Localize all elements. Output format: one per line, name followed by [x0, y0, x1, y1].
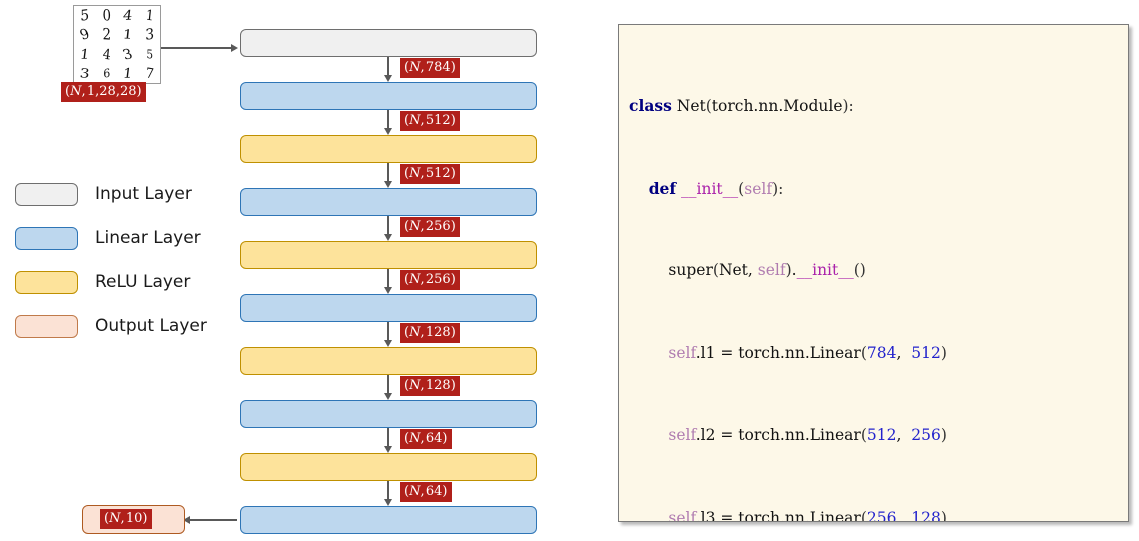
layer-relu-8[interactable] [240, 453, 537, 481]
arrow-to-output [183, 516, 237, 524]
shape-badge-0: (N, 784) [400, 58, 460, 78]
shape-badge-4: (N, 256) [400, 270, 460, 290]
layer-linear-7[interactable] [240, 400, 537, 428]
arrow-sample-to-input [161, 44, 238, 52]
legend-item-relu: ReLU Layer [15, 260, 207, 304]
code-line: self.l1 = torch.nn.Linear(784, 512) [668, 343, 947, 362]
shape-badge-1: (N, 512) [400, 111, 460, 131]
layer-linear-1[interactable] [240, 82, 537, 110]
mnist-digit: 3 [79, 66, 91, 81]
code-source-listing: class Net(torch.nn.Module): def __init__… [619, 25, 1128, 522]
code-line: super(Net, self).__init__() [668, 261, 866, 279]
legend-label-input: Input Layer [95, 184, 192, 204]
mnist-digit: 6 [102, 66, 110, 81]
layer-linear-9[interactable] [240, 506, 537, 534]
layer-input-0[interactable] [240, 29, 537, 57]
arrow-4-5 [384, 269, 392, 294]
mnist-digit: 7 [144, 64, 155, 82]
mnist-digit: 1 [79, 46, 91, 63]
legend-label-linear: Linear Layer [95, 228, 201, 248]
legend-swatch-input-icon [15, 182, 78, 206]
arrow-1-2 [384, 110, 392, 135]
arrow-7-8 [384, 428, 392, 453]
output-shape-badge: (N, 10) [100, 509, 152, 529]
mnist-digit-rows: 5 0 4 1 9 2 1 3 1 4 3 5 3 6 1 7 [74, 6, 160, 83]
layer-relu-4[interactable] [240, 241, 537, 269]
shape-badge-8: (N, 64) [400, 482, 452, 502]
code-line: self.l3 = torch.nn.Linear(256, 128) [668, 508, 947, 522]
legend-swatch-relu-icon [15, 270, 78, 294]
code-block-panel[interactable]: class Net(torch.nn.Module): def __init__… [618, 24, 1129, 522]
arrow-5-6 [384, 322, 392, 347]
arrow-3-4 [384, 216, 392, 241]
mnist-digit-grid: 5 0 4 1 9 2 1 3 1 4 3 5 3 6 1 7 [73, 5, 161, 84]
legend-item-input: Input Layer [15, 172, 207, 216]
shape-badge-2: (N, 512) [400, 164, 460, 184]
layer-linear-5[interactable] [240, 294, 537, 322]
code-line: self.l2 = torch.nn.Linear(512, 256) [668, 426, 947, 444]
mnist-digit: 1 [122, 27, 134, 43]
mnist-digit: 3 [120, 45, 135, 63]
arrow-0-1 [384, 57, 392, 82]
arrow-2-3 [384, 163, 392, 188]
shape-badge-6: (N, 128) [400, 376, 460, 396]
legend-item-output: Output Layer [15, 304, 207, 348]
legend-item-linear: Linear Layer [15, 216, 207, 260]
layer-linear-3[interactable] [240, 188, 537, 216]
mnist-digit: 1 [122, 65, 134, 82]
shape-badge-7: (N, 64) [400, 429, 452, 449]
legend-swatch-output-icon [15, 314, 78, 338]
network-diagram-panel: 5 0 4 1 9 2 1 3 1 4 3 5 3 6 1 7 (N, 1,28… [0, 0, 600, 541]
legend-label-relu: ReLU Layer [95, 272, 191, 292]
legend: Input Layer Linear Layer ReLU Layer Outp… [15, 172, 207, 348]
mnist-digit: 4 [122, 7, 134, 24]
arrow-6-7 [384, 375, 392, 400]
legend-swatch-linear-icon [15, 226, 78, 250]
code-line: def __init__(self): [648, 178, 784, 198]
code-line: class Net(torch.nn.Module): [629, 96, 854, 115]
mnist-digit: 9 [77, 26, 92, 44]
arrow-8-9 [384, 481, 392, 506]
layer-relu-2[interactable] [240, 135, 537, 163]
layer-relu-6[interactable] [240, 347, 537, 375]
legend-label-output: Output Layer [95, 316, 207, 336]
shape-badge-3: (N, 256) [400, 217, 460, 237]
input-shape-badge: (N, 1,28,28) [61, 82, 146, 102]
shape-badge-5: (N, 128) [400, 323, 460, 343]
